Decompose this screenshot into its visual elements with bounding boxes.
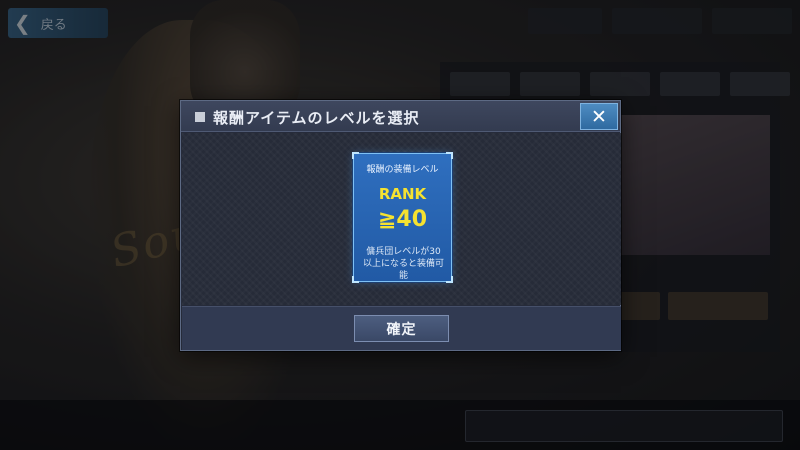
card-description: 傭兵団レベルが30以上になると装備可能: [362, 247, 444, 281]
level-select-dialog: 報酬アイテムのレベルを選択 ✕ 報酬の装備レベル RANK ≧40 傭兵団レベル…: [180, 100, 621, 351]
rank-label: RANK: [378, 185, 427, 203]
card-title: 報酬の装備レベル: [366, 165, 439, 175]
square-bullet-icon: [195, 112, 205, 122]
confirm-button[interactable]: 確定: [354, 315, 449, 342]
rank-level: ≧40: [377, 207, 428, 232]
dialog-title: 報酬アイテムのレベルを選択: [213, 109, 420, 127]
corner-bracket-icon: [352, 152, 359, 159]
close-icon: ✕: [591, 105, 607, 128]
corner-bracket-icon: [446, 152, 453, 159]
close-button[interactable]: ✕: [580, 103, 618, 130]
dialog-footer: 確定: [182, 306, 621, 350]
dialog-body: 報酬の装備レベル RANK ≧40 傭兵団レベルが30以上になると装備可能: [182, 133, 621, 305]
corner-bracket-icon: [446, 276, 453, 283]
corner-bracket-icon: [352, 276, 359, 283]
rank-option-card[interactable]: 報酬の装備レベル RANK ≧40 傭兵団レベルが30以上になると装備可能: [352, 152, 453, 283]
dialog-header: 報酬アイテムのレベルを選択 ✕: [181, 101, 620, 132]
